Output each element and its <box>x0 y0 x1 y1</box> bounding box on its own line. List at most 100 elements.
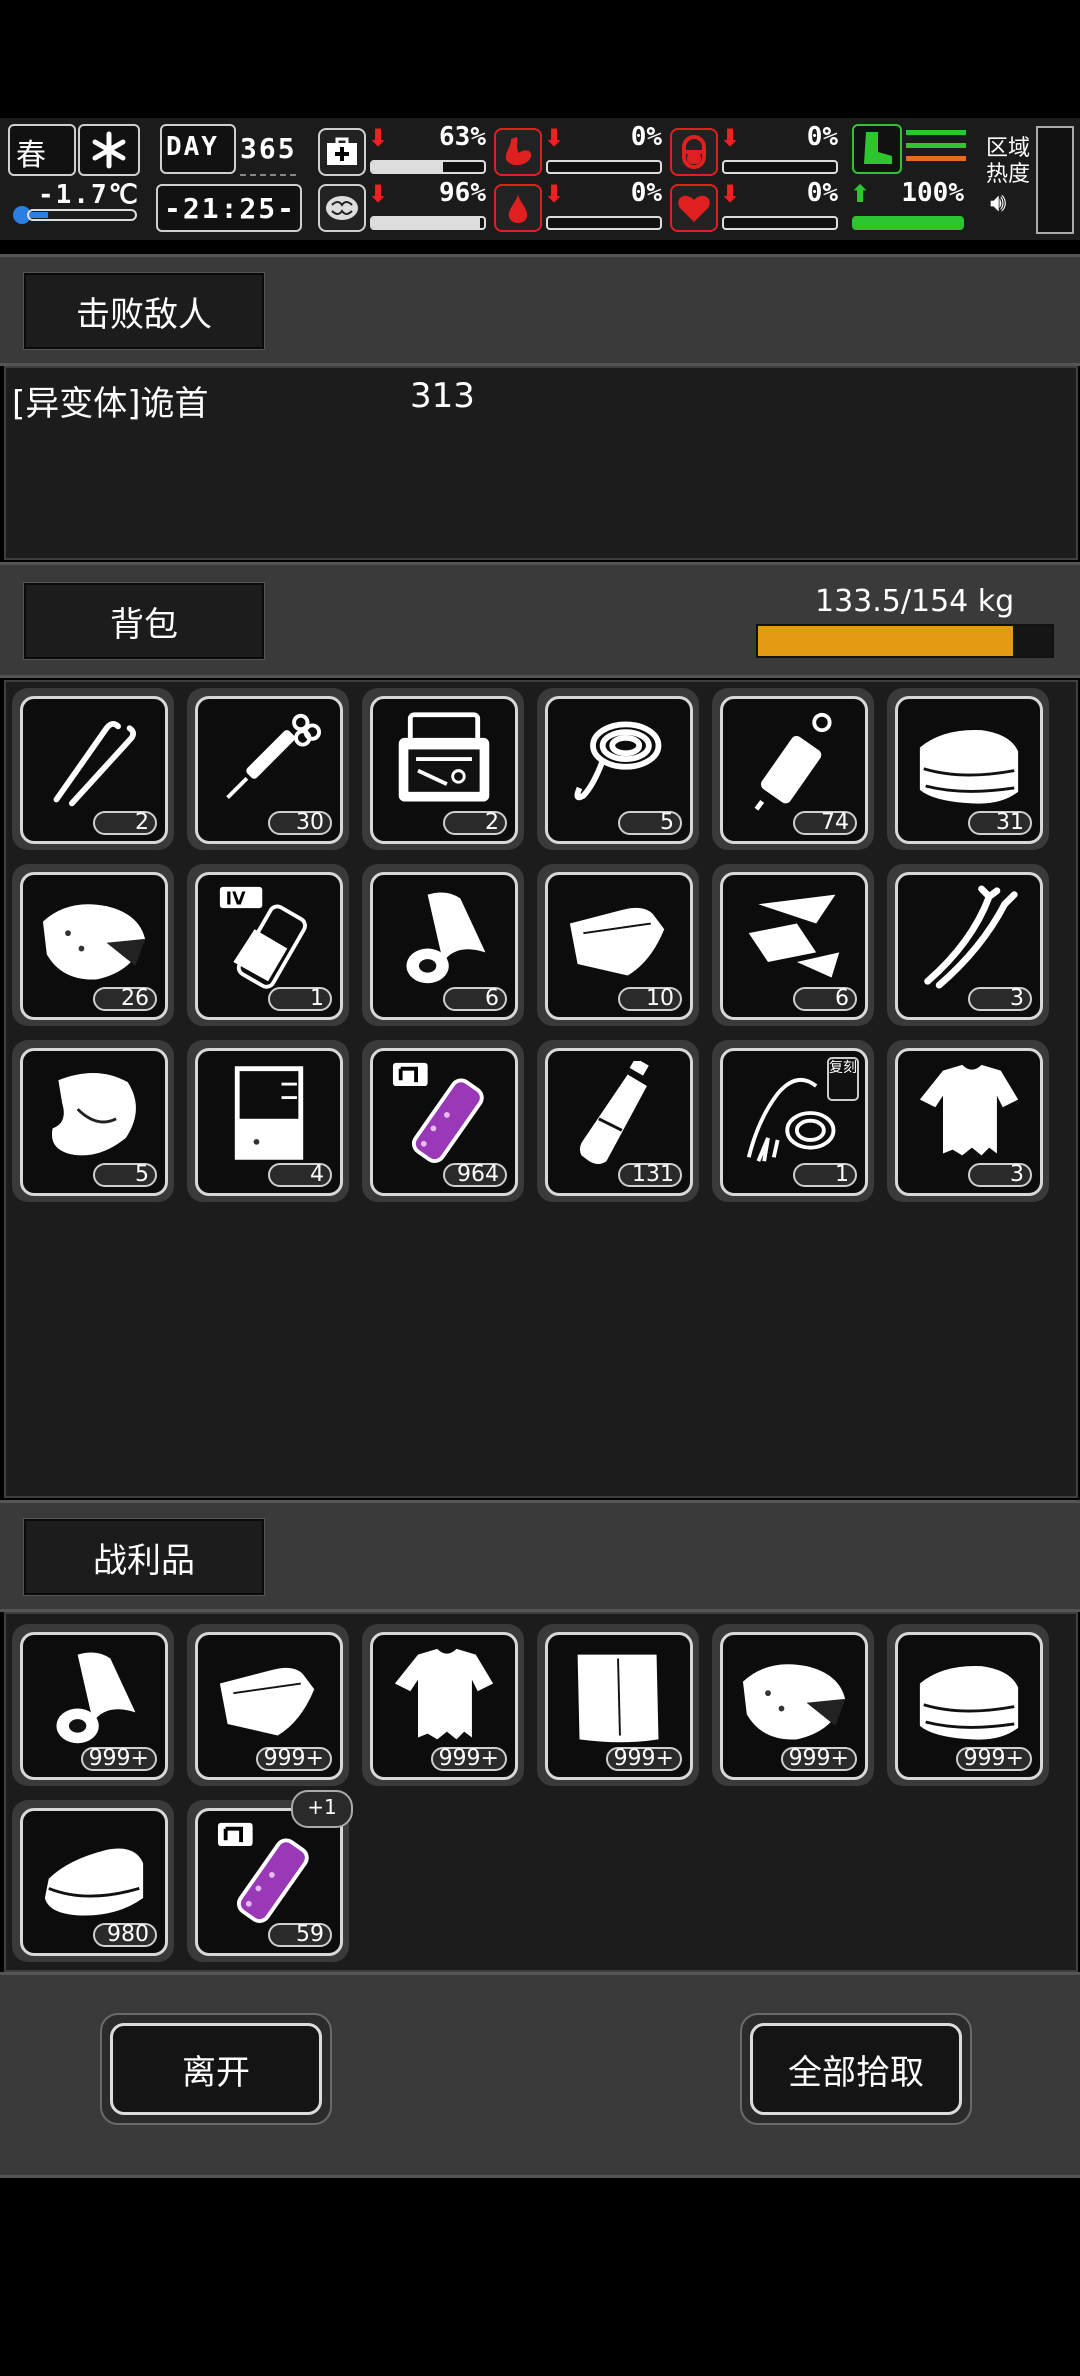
folded-cloth-icon <box>919 730 1019 804</box>
item-quantity: 999+ <box>955 1747 1032 1771</box>
item-frame: 999+ <box>545 1632 693 1780</box>
speaker-icon[interactable]: 🔊︎ <box>990 188 1006 219</box>
backpack-item-slot[interactable]: 131 <box>537 1040 699 1202</box>
loot-item-slot[interactable]: 980 <box>12 1800 174 1962</box>
stat-thirst[interactable]: ⬇ 0% <box>494 178 666 234</box>
item-quantity: 2 <box>93 811 157 835</box>
item-quantity: 3 <box>968 1163 1032 1187</box>
bottle-icon <box>579 1061 649 1165</box>
trend-down-icon: ⬇ <box>544 180 565 208</box>
backpack-item-slot[interactable]: 26 <box>12 864 174 1026</box>
item-quantity: 31 <box>968 811 1032 835</box>
day-label: DAY <box>166 132 219 162</box>
stat-mind[interactable]: ⬇ 96% <box>318 178 490 234</box>
loot-item-slot[interactable]: 999+ <box>362 1624 524 1786</box>
weather-snow-icon[interactable] <box>78 124 140 176</box>
backpack-item-slot[interactable]: IV 1 <box>187 864 349 1026</box>
rope-icon <box>574 721 662 801</box>
torn-shirt-icon <box>919 1064 1019 1156</box>
zone-heat-meter <box>1036 126 1074 234</box>
pickup-all-button[interactable]: 全部拾取 <box>740 2013 972 2125</box>
item-quantity: 10 <box>618 987 682 1011</box>
item-quantity: 74 <box>793 811 857 835</box>
stat-speed[interactable]: ⬆ 100% <box>800 178 968 234</box>
bonus-badge: +1 <box>291 1790 353 1828</box>
boot-icon[interactable] <box>852 124 902 174</box>
tab-loot[interactable]: 战利品 <box>24 1519 264 1595</box>
item-quantity: 4 <box>268 1163 332 1187</box>
item-quantity: 999+ <box>780 1747 857 1771</box>
loot-item-slot[interactable]: 999+ <box>12 1624 174 1786</box>
backpack-item-slot[interactable]: 6 <box>712 864 874 1026</box>
backpack-item-slot[interactable]: 5 <box>537 688 699 850</box>
tab-backpack[interactable]: 背包 <box>24 583 264 659</box>
stomach-icon <box>494 128 542 176</box>
trend-up-icon: ⬆ <box>850 180 871 208</box>
item-frame: 30 <box>195 696 343 844</box>
backpack-item-slot[interactable]: 3 <box>887 864 1049 1026</box>
fabric-icon <box>569 907 665 976</box>
backpack-item-slot[interactable]: 2 <box>362 688 524 850</box>
item-frame: 3 <box>895 872 1043 1020</box>
backpack-item-slot[interactable]: 30 <box>187 688 349 850</box>
item-frame: 999+ <box>720 1632 868 1780</box>
clock-display: -21:25- <box>156 184 302 232</box>
backpack-item-slot[interactable]: 10 <box>537 864 699 1026</box>
injector-icon <box>754 712 832 811</box>
item-frame: 1 复刻 <box>720 1048 868 1196</box>
purple-potion-icon <box>217 1822 309 1923</box>
raw-meat-icon <box>42 904 146 980</box>
item-quantity: 2 <box>443 811 507 835</box>
folded-cloth-icon <box>919 1666 1019 1740</box>
weight-readout: 133.5/154 kg <box>815 584 1015 619</box>
stat-hunger[interactable]: ⬇ 0% <box>494 122 666 178</box>
backpack-item-slot[interactable]: 2 <box>12 688 174 850</box>
backpack-item-slot[interactable]: 1 复刻 <box>712 1040 874 1202</box>
item-frame: IV 1 <box>195 872 343 1020</box>
backpack-item-slot[interactable]: 74 <box>712 688 874 850</box>
wire-icon <box>924 885 1018 989</box>
item-quantity: 999+ <box>605 1747 682 1771</box>
loot-item-slot[interactable]: 59 +1 <box>187 1790 353 1962</box>
backpack-item-slot[interactable]: 3 <box>887 1040 1049 1202</box>
stat-health[interactable]: ⬇ 63% <box>318 122 490 178</box>
svg-text:IV: IV <box>226 889 246 909</box>
stat-bar <box>852 216 964 230</box>
item-frame: 5 <box>20 1048 168 1196</box>
backpack-item-slot[interactable]: 964 <box>362 1040 524 1202</box>
tab-defeated-enemies[interactable]: 击败敌人 <box>24 273 264 349</box>
stat-bar <box>722 160 838 174</box>
weight-bar <box>756 624 1054 658</box>
backpack-item-slot[interactable]: 5 <box>12 1040 174 1202</box>
item-frame: 2 <box>370 696 518 844</box>
cooked-meat-icon <box>51 1073 136 1156</box>
item-quantity: 131 <box>618 1163 682 1187</box>
medkit-icon <box>318 128 366 176</box>
item-quantity: 999+ <box>80 1747 157 1771</box>
backpack-item-slot[interactable]: 6 <box>362 864 524 1026</box>
towel-icon <box>44 1848 144 1916</box>
scrap-icon <box>748 894 840 978</box>
loot-header: 战利品 <box>0 1500 1080 1612</box>
item-frame: 980 <box>20 1808 168 1956</box>
stat-value: 0% <box>630 122 662 152</box>
loot-item-slot[interactable]: 999+ <box>537 1624 699 1786</box>
loot-item-slot[interactable]: 999+ <box>187 1624 349 1786</box>
leave-button[interactable]: 离开 <box>100 2013 332 2125</box>
fabric-icon <box>219 1667 315 1736</box>
loot-item-slot[interactable]: 999+ <box>887 1624 1049 1786</box>
item-quantity: 5 <box>618 811 682 835</box>
clock-time: -21:25- <box>164 192 297 225</box>
stat-pill[interactable]: ⬇ 0% <box>670 122 842 178</box>
item-frame: 31 <box>895 696 1043 844</box>
item-quantity: 6 <box>793 987 857 1011</box>
stat-value: 0% <box>806 122 838 152</box>
loot-item-slot[interactable]: 999+ <box>712 1624 874 1786</box>
stat-bar <box>546 216 662 230</box>
backpack-item-slot[interactable]: 31 <box>887 688 1049 850</box>
backpack-item-slot[interactable]: 4 <box>187 1040 349 1202</box>
item-frame: 999+ <box>195 1632 343 1780</box>
item-quantity: 980 <box>93 1923 157 1947</box>
heart-icon <box>670 184 718 232</box>
item-frame: 3 <box>895 1048 1043 1196</box>
